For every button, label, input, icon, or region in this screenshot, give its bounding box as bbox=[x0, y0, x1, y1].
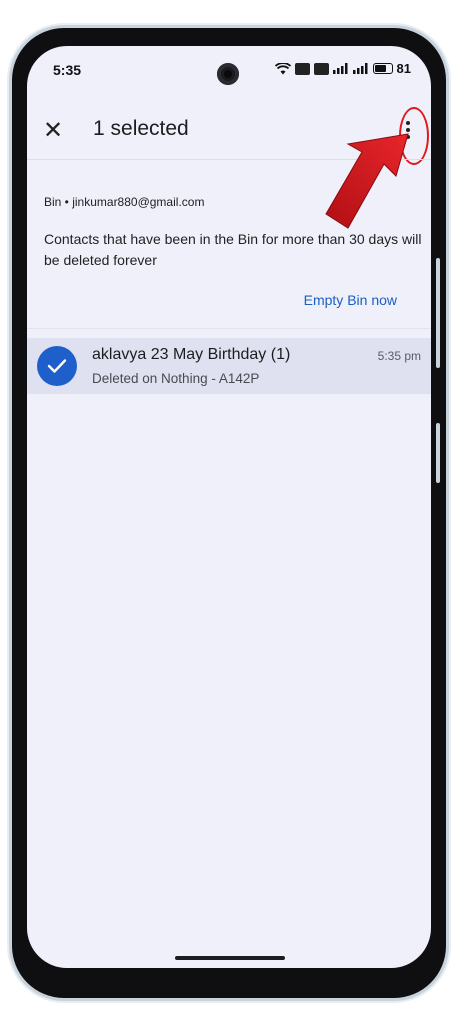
battery-level: 81 bbox=[396, 61, 411, 76]
signal-icon-2 bbox=[352, 63, 368, 74]
status-bar: 5:35 81 bbox=[27, 46, 431, 94]
bin-info-text: Contacts that have been in the Bin for m… bbox=[44, 231, 422, 268]
signal-icon bbox=[332, 63, 348, 74]
contact-name: aklavya 23 May Birthday (1) bbox=[92, 346, 291, 363]
volume-button bbox=[436, 258, 440, 368]
power-button bbox=[436, 423, 440, 483]
red-arrow-annotation bbox=[325, 133, 409, 229]
contact-deleted-info: Deleted on Nothing - A142P bbox=[92, 371, 260, 386]
selection-count: 1 selected bbox=[93, 117, 189, 140]
status-icons: 81 bbox=[274, 61, 411, 76]
wifi-icon bbox=[274, 62, 291, 74]
volte-wifi-icon bbox=[294, 62, 310, 75]
home-indicator bbox=[175, 956, 285, 960]
empty-bin-button[interactable]: Empty Bin now bbox=[304, 292, 397, 308]
front-camera bbox=[217, 63, 239, 85]
battery-icon bbox=[372, 63, 393, 74]
bin-account-label: Bin • jinkumar880@gmail.com bbox=[44, 195, 205, 209]
status-time: 5:35 bbox=[53, 62, 82, 78]
close-icon[interactable]: ✕ bbox=[37, 114, 69, 146]
divider bbox=[27, 328, 431, 329]
volte-lte-icon bbox=[313, 62, 329, 75]
contact-row[interactable]: aklavya 23 May Birthday (1) Deleted on N… bbox=[27, 338, 431, 394]
contact-time: 5:35 pm bbox=[377, 349, 421, 363]
check-icon[interactable] bbox=[37, 346, 77, 386]
